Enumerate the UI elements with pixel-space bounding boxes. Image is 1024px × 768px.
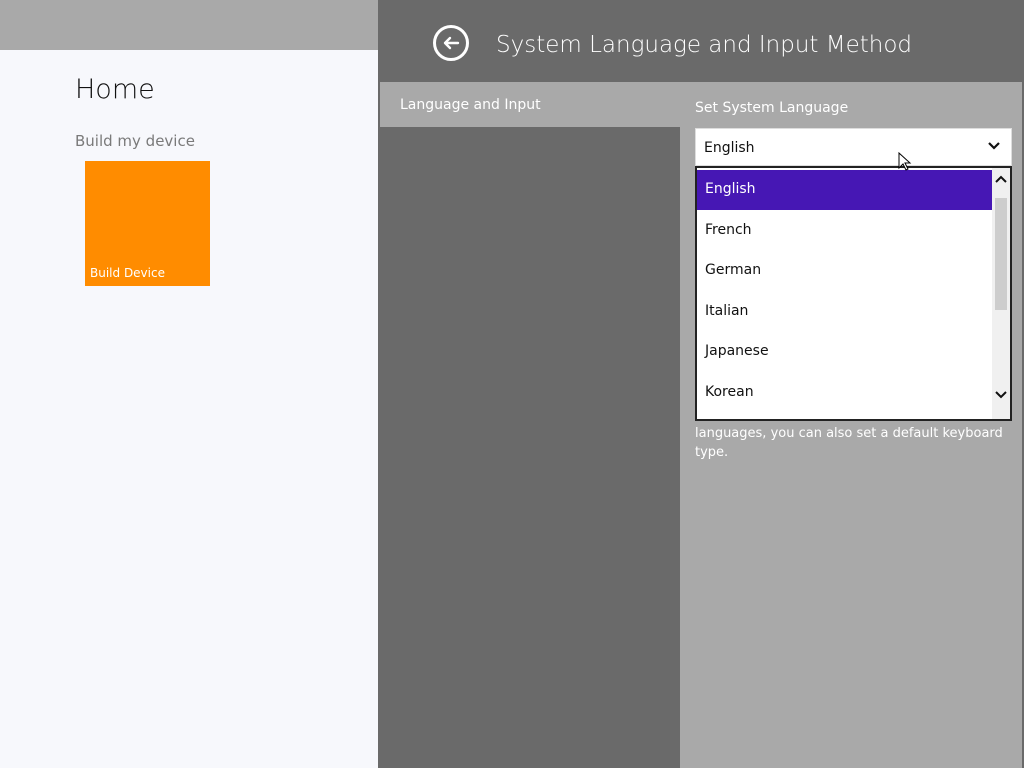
home-pane [0,50,378,768]
settings-flyout: System Language and Input Method Languag… [378,0,1024,768]
language-select[interactable]: English [695,128,1012,166]
option-english[interactable]: English [697,170,993,210]
mouse-pointer-icon [898,152,912,171]
chevron-down-icon[interactable] [995,390,1007,400]
group-label: Build my device [75,132,195,150]
chevron-down-icon [988,142,1000,150]
tile-label: Build Device [90,266,165,280]
scroll-thumb[interactable] [995,198,1007,310]
language-description: languages, you can also set a default ke… [695,426,1003,460]
chevron-up-icon[interactable] [995,174,1007,184]
language-dropdown: English French German Italian Japanese K… [695,166,1012,421]
option-french[interactable]: French [697,211,993,251]
select-value: English [704,140,755,156]
flyout-title: System Language and Input Method [496,32,913,58]
option-italian[interactable]: Italian [697,292,993,332]
section-label: Set System Language [695,100,849,116]
settings-nav: Language and Input [380,82,680,768]
option-german[interactable]: German [697,251,993,291]
back-button[interactable] [433,25,469,61]
nav-item-language-and-input[interactable]: Language and Input [380,82,680,127]
dropdown-scrollbar[interactable] [992,168,1010,419]
build-device-tile[interactable]: Build Device [85,161,210,286]
flyout-header: System Language and Input Method [378,0,1024,82]
back-arrow-icon [443,36,460,50]
page-title: Home [75,74,155,105]
option-japanese[interactable]: Japanese [697,332,993,372]
home-top-bar [0,0,380,50]
option-korean[interactable]: Korean [697,373,993,413]
settings-content: Set System Language English English Fren… [680,82,1022,768]
